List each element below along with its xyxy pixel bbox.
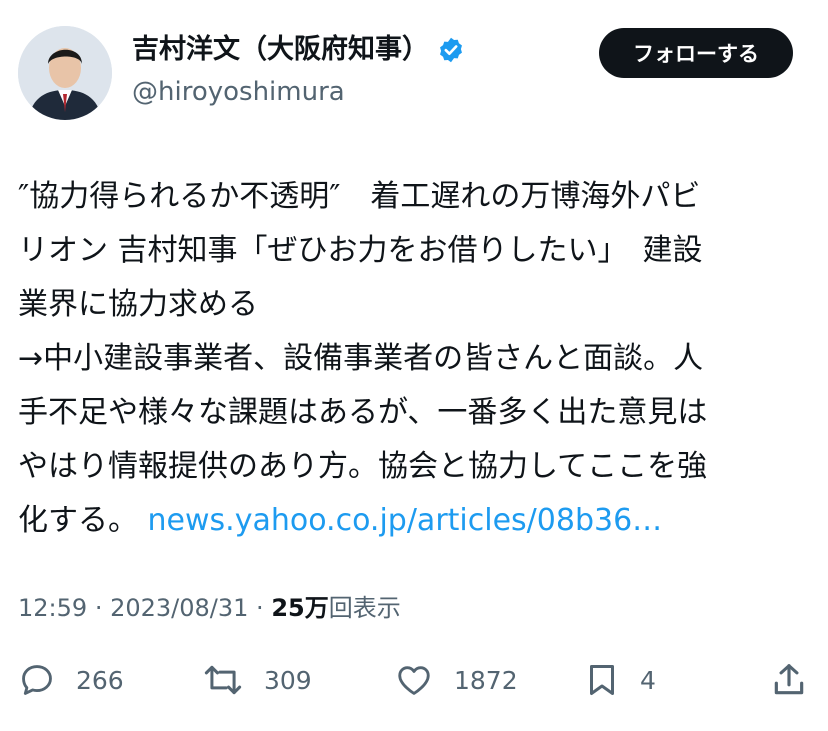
meta-separator: ·	[94, 594, 111, 622]
reply-count: 266	[76, 665, 124, 695]
tweet-time[interactable]: 12:59	[18, 594, 87, 622]
view-label: 回表示	[328, 594, 401, 622]
tweet-line: 手不足や様々な課題はあるが、一番多く出た意見は	[18, 395, 708, 430]
tweet-line: 業界に協力求める	[18, 287, 258, 322]
tweet-line: ″協力得られるか不透明″ 着工遅れの万博海外パビ	[18, 179, 701, 214]
author-handle[interactable]: @hiroyoshimura	[132, 74, 345, 110]
article-link[interactable]: news.yahoo.co.jp/articles/08b36…	[148, 503, 663, 538]
tweet-line-last: 化する。 news.yahoo.co.jp/articles/08b36…	[18, 494, 810, 548]
reply-icon	[22, 665, 52, 695]
tweet-meta: 12:59 · 2023/08/31 · 25万回表示	[18, 588, 401, 628]
like-button[interactable]: 1872	[394, 655, 518, 705]
bookmark-count: 4	[640, 665, 656, 695]
tweet-line: リオン 吉村知事「ぜひお力をお借りしたい」 建設	[18, 233, 703, 268]
display-name-text: 吉村洋文（大阪府知事）	[132, 34, 429, 65]
retweet-count: 309	[264, 665, 312, 695]
like-count: 1872	[454, 665, 518, 695]
share-icon	[774, 664, 804, 695]
action-bar: 266 309 1872 4	[18, 655, 810, 705]
retweet-button[interactable]: 309	[202, 655, 312, 705]
tweet-last-text: 化する。	[18, 503, 148, 538]
view-count: 25万	[271, 594, 329, 622]
heart-icon	[398, 666, 430, 695]
verified-badge-icon	[440, 37, 462, 63]
retweet-icon	[204, 665, 242, 695]
bookmark-icon	[590, 665, 614, 695]
author-display-name[interactable]: 吉村洋文（大阪府知事）	[132, 30, 465, 70]
reply-button[interactable]: 266	[18, 655, 124, 705]
tweet-line: やはり情報提供のあり方。協会と協力してここを強	[18, 449, 708, 484]
author-avatar[interactable]	[18, 26, 112, 120]
bookmark-button[interactable]: 4	[584, 655, 656, 705]
share-button[interactable]	[770, 655, 808, 705]
tweet-line: →中小建設事業者、設備事業者の皆さんと面談。人	[18, 341, 704, 376]
tweet-text: ″協力得られるか不透明″ 着工遅れの万博海外パビ リオン 吉村知事「ぜひお力をお…	[18, 170, 810, 548]
profile-photo-icon	[18, 26, 112, 120]
tweet-date[interactable]: 2023/08/31	[110, 594, 248, 622]
meta-separator: ·	[256, 594, 272, 622]
follow-button[interactable]: フォローする	[599, 28, 793, 78]
